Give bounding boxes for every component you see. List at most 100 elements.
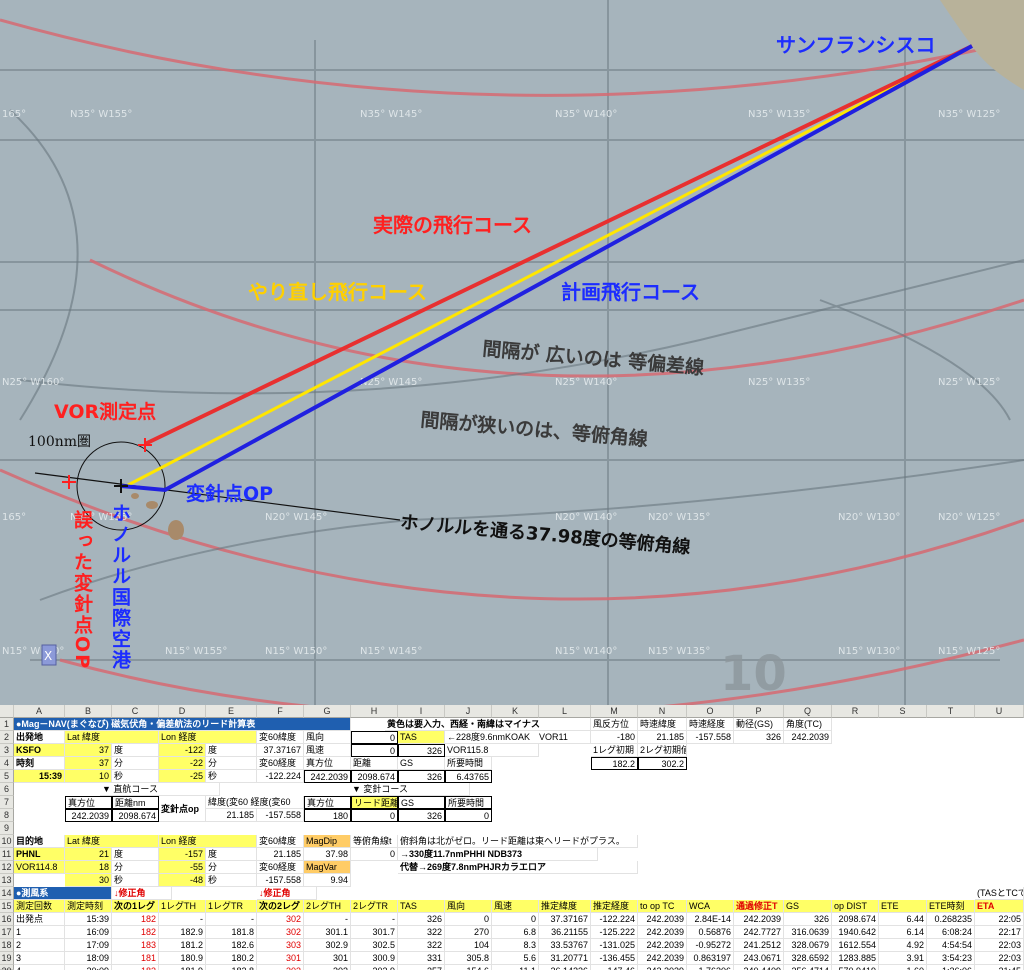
dist-value[interactable]: 2098.674: [351, 770, 398, 783]
wind-label[interactable]: 風向: [304, 731, 351, 744]
obs-table-cell[interactable]: 242.2039: [734, 913, 784, 926]
obs-table-cell[interactable]: 182: [112, 926, 159, 939]
obs-table-cell[interactable]: 242.2039: [638, 965, 687, 970]
obs-table-cell[interactable]: 180.2: [206, 952, 257, 965]
obs-table-cell[interactable]: 303: [257, 939, 304, 952]
row-header[interactable]: 13: [0, 874, 14, 887]
note-dip[interactable]: 俯斜角は北がゼロ。リード距離は東へリードがプラス。: [398, 835, 638, 848]
col-header[interactable]: O: [687, 705, 734, 718]
obs-table-cell[interactable]: 18:09: [65, 952, 112, 965]
vor-freq[interactable]: VOR115.8: [445, 744, 539, 757]
obs-table-cell[interactable]: 16:09: [65, 926, 112, 939]
tc-label[interactable]: 角度(TC): [784, 718, 832, 731]
obs-table-header[interactable]: ETA: [975, 900, 1024, 913]
row-header[interactable]: 2: [0, 731, 14, 744]
row-header[interactable]: 16: [0, 913, 14, 926]
obs-table-cell[interactable]: 3: [14, 952, 65, 965]
row-header[interactable]: 5: [0, 770, 14, 783]
dep-lat-deg[interactable]: 37: [65, 744, 112, 757]
obs-table-cell[interactable]: 6.14: [879, 926, 927, 939]
obs-table-cell[interactable]: 183: [112, 939, 159, 952]
row-header[interactable]: 6: [0, 783, 14, 796]
obs-table-cell[interactable]: 3.91: [879, 952, 927, 965]
obs-table-cell[interactable]: 302.9: [304, 939, 351, 952]
conv-lat-label[interactable]: 変60緯度: [257, 731, 304, 744]
obs-table-cell[interactable]: 104: [445, 939, 492, 952]
obs-table-cell[interactable]: 182.6: [206, 939, 257, 952]
row-header[interactable]: 3: [0, 744, 14, 757]
obs-table-cell[interactable]: 6.8: [492, 926, 539, 939]
obs-table-cell[interactable]: 0.56876: [687, 926, 734, 939]
t-lead-value[interactable]: 0: [351, 809, 398, 822]
row-header[interactable]: 10: [0, 835, 14, 848]
dest-lat-label[interactable]: Lat 緯度: [65, 835, 159, 848]
obs-table-cell[interactable]: 22:17: [975, 926, 1024, 939]
row-header[interactable]: 11: [0, 848, 14, 861]
obs-table-cell[interactable]: 331: [398, 952, 445, 965]
time-lat-value[interactable]: 21.185: [638, 731, 687, 744]
obs-table-cell[interactable]: -125.222: [591, 926, 638, 939]
tas-note[interactable]: (TASとTCで: [975, 887, 1024, 900]
leg2-value[interactable]: 302.2: [638, 757, 687, 770]
wind-dir-label[interactable]: 風反方位: [591, 718, 638, 731]
ete-value[interactable]: 6.43765: [445, 770, 492, 783]
col-header[interactable]: G: [304, 705, 351, 718]
obs-table-header[interactable]: 通過修正T: [734, 900, 784, 913]
col-header[interactable]: F: [257, 705, 304, 718]
conv-lon-label[interactable]: 変60経度: [257, 757, 304, 770]
row-header[interactable]: 18: [0, 939, 14, 952]
obs-table-cell[interactable]: 182.8: [206, 965, 257, 970]
obs-table-cell[interactable]: 15:39: [65, 913, 112, 926]
d-dist-label[interactable]: 距離nm: [112, 796, 159, 809]
ete-label[interactable]: 所要時間: [445, 757, 492, 770]
iso-value[interactable]: 0: [351, 848, 398, 861]
magvar-label[interactable]: MagVar: [304, 861, 351, 874]
obs-table-cell[interactable]: 1: [14, 926, 65, 939]
obs-table-cell[interactable]: 20:09: [65, 965, 112, 970]
dep-code[interactable]: KSFO: [14, 744, 65, 757]
obs-table-header[interactable]: op DIST: [832, 900, 879, 913]
tas-value[interactable]: 326: [398, 744, 445, 757]
tas-label[interactable]: TAS: [398, 731, 445, 744]
lead-label[interactable]: リード距離: [351, 796, 398, 809]
obs-table-cell[interactable]: 322: [398, 926, 445, 939]
note-alternate[interactable]: 代替→269度7.8nmPHJRカラエロア: [398, 861, 638, 874]
obs-table-cell[interactable]: 17:09: [65, 939, 112, 952]
obs-table-cell[interactable]: 3:54:23: [927, 952, 975, 965]
obs-table-cell[interactable]: 1.60: [879, 965, 927, 970]
col-header[interactable]: J: [445, 705, 492, 718]
leg1-label[interactable]: 1レグ初期: [591, 744, 638, 757]
wind-spd-value[interactable]: 0: [351, 744, 398, 757]
lon-label[interactable]: Lon 経度: [159, 731, 257, 744]
d-true-label[interactable]: 真方位: [65, 796, 112, 809]
obs-table-cell[interactable]: 181: [112, 952, 159, 965]
col-header[interactable]: A: [14, 705, 65, 718]
d-true-value[interactable]: 242.2039: [65, 809, 112, 822]
obs-table-cell[interactable]: 301: [304, 952, 351, 965]
col-header[interactable]: B: [65, 705, 112, 718]
col-header[interactable]: I: [398, 705, 445, 718]
time-lon-label[interactable]: 時速経度: [687, 718, 734, 731]
obs-table-cell[interactable]: 11.1: [492, 965, 539, 970]
row-header[interactable]: 1: [0, 718, 14, 731]
corr-label-2[interactable]: ↓修正角: [257, 887, 317, 900]
col-header[interactable]: S: [879, 705, 927, 718]
lat-label[interactable]: Lat 緯度: [65, 731, 159, 744]
obs-table-cell[interactable]: 0: [492, 913, 539, 926]
obs-table-header[interactable]: 次の2レグ: [257, 900, 304, 913]
dep-lat-min[interactable]: 37: [65, 757, 112, 770]
wind-spd-label[interactable]: 風速: [304, 744, 351, 757]
dep-lon-sec[interactable]: -25: [159, 770, 206, 783]
row-header[interactable]: 15: [0, 900, 14, 913]
obs-table-cell[interactable]: -: [206, 913, 257, 926]
obs-table-cell[interactable]: 5.6: [492, 952, 539, 965]
magdip-label[interactable]: MagDip: [304, 835, 351, 848]
obs-table-cell[interactable]: 182.9: [159, 926, 206, 939]
obs-table-cell[interactable]: 316.0639: [784, 926, 832, 939]
obs-table-cell[interactable]: 241.2512: [734, 939, 784, 952]
obs-table-cell[interactable]: 1940.642: [832, 926, 879, 939]
dest-lat-deg[interactable]: 21: [65, 848, 112, 861]
magdip-value[interactable]: 37.98: [304, 848, 351, 861]
obs-table-cell[interactable]: 242.2039: [638, 913, 687, 926]
obs-table-cell[interactable]: 4:54:54: [927, 939, 975, 952]
